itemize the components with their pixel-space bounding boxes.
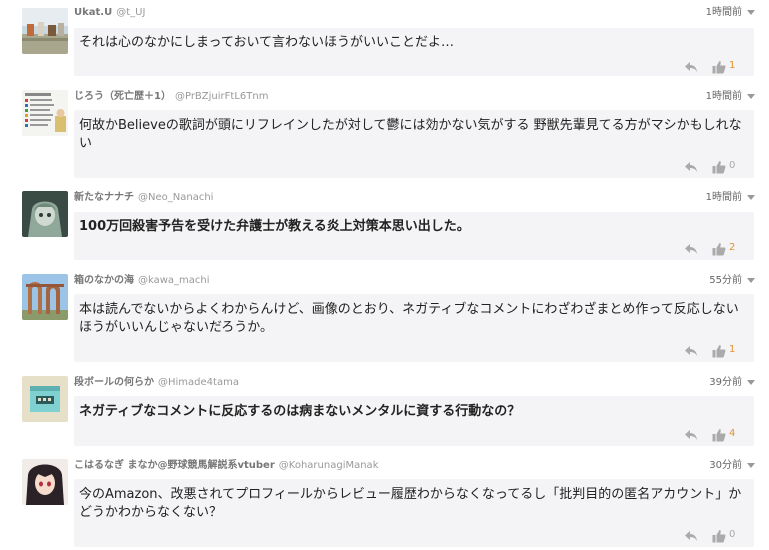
comment-bubble: 今のAmazon、改悪されてプロフィールからレビュー履歴わからなくなってるし「批… <box>74 479 754 547</box>
comment-text: 100万回殺害予告を受けた弁護士が教える炎上対策本思い出した。 <box>79 219 470 234</box>
timestamp[interactable]: 1時間前 <box>706 6 755 20</box>
comment-text: 本は読んでないからよくわからんけど、画像のとおり、ネガティブなコメントにわざわざ… <box>79 302 739 335</box>
user-handle[interactable]: @Neo_Nanachi <box>138 192 213 203</box>
user-handle[interactable]: @kawa_machi <box>138 275 210 286</box>
user-name[interactable]: 新たなナナチ <box>74 192 134 203</box>
reply-icon[interactable] <box>684 427 698 441</box>
user-handle[interactable]: @KoharunagiManak <box>279 460 379 471</box>
comment-text: それは心のなかにしまっておいて言わないほうがいいことだよ… <box>79 35 455 50</box>
user-handle[interactable]: @t_UJ <box>116 7 145 18</box>
comment-item: 段ボールの何らか @Himade4tama 39分前 ネガティブなコメントに反応す… <box>0 376 769 446</box>
user-name[interactable]: 箱のなかの海 <box>74 275 134 286</box>
comment-actions: 2 <box>684 241 744 256</box>
comment-meta: 段ボールの何らか @Himade4tama <box>74 376 239 390</box>
timestamp-text: 30分前 <box>709 460 742 471</box>
comment-item: こはるなぎ まなか@野球競馬解説系vtuber @KoharunagiManak … <box>0 459 769 549</box>
user-handle[interactable]: @PrBZjuirFtL6Tnm <box>175 91 268 102</box>
comment-bubble: ネガティブなコメントに反応するのは病まないメンタルに資する行動なの？ 4 <box>74 396 754 446</box>
chevron-down-icon[interactable] <box>747 9 755 15</box>
comment-meta: Ukat.U @t_UJ <box>74 6 145 20</box>
reply-icon[interactable] <box>684 59 698 73</box>
timestamp-text: 39分前 <box>709 377 742 388</box>
comment-feed: Ukat.U @t_UJ 1時間前 それは心のなかにしまっておいて言わないほうがい… <box>0 0 769 550</box>
timestamp[interactable]: 30分前 <box>709 459 755 473</box>
like-count: 1 <box>729 60 736 71</box>
thumbs-up-icon[interactable] <box>712 343 726 358</box>
like-count: 2 <box>729 242 736 253</box>
chevron-down-icon[interactable] <box>747 194 755 200</box>
timestamp[interactable]: 55分前 <box>709 274 755 288</box>
comment-text: 今のAmazon、改悪されてプロフィールからレビュー履歴わからなくなってるし「批… <box>79 487 742 520</box>
comment-actions: 1 <box>684 59 744 74</box>
user-handle[interactable]: @Himade4tama <box>158 377 239 388</box>
reply-icon[interactable] <box>684 343 698 357</box>
like-count: 4 <box>729 428 736 439</box>
comment-actions: 0 <box>684 159 744 174</box>
comment-bubble: それは心のなかにしまっておいて言わないほうがいいことだよ… 1 <box>74 28 754 76</box>
timestamp[interactable]: 39分前 <box>709 376 755 390</box>
comment-meta: じろう（死亡歴＋1） @PrBZjuirFtL6Tnm <box>74 90 268 104</box>
cardboard-box-avatar[interactable] <box>22 376 68 422</box>
comment-item: 箱のなかの海 @kawa_machi 55分前 本は読んでないからよくわからんけど… <box>0 274 769 364</box>
document-avatar[interactable] <box>22 90 68 136</box>
reply-icon[interactable] <box>684 159 698 173</box>
thumbs-up-icon[interactable] <box>712 59 726 74</box>
timestamp-text: 55分前 <box>709 275 742 286</box>
reply-icon[interactable] <box>684 528 698 542</box>
comment-text: ネガティブなコメントに反応するのは病まないメンタルに資する行動なの？ <box>79 404 521 419</box>
chevron-down-icon[interactable] <box>747 277 755 283</box>
comment-bubble: 何故かBelieveの歌詞が頭にリフレインしたが対して鬱には効かない気がする 野… <box>74 110 754 178</box>
timestamp-text: 1時間前 <box>705 192 742 203</box>
comment-meta: 箱のなかの海 @kawa_machi <box>74 274 210 288</box>
comment-bubble: 100万回殺害予告を受けた弁護士が教える炎上対策本思い出した。 2 <box>74 212 754 260</box>
ruins-photo-avatar[interactable] <box>22 274 68 320</box>
comment-item: 新たなナナチ @Neo_Nanachi 1時間前 100万回殺害予告を受けた弁護士… <box>0 191 769 261</box>
comment-item: じろう（死亡歴＋1） @PrBZjuirFtL6Tnm 1時間前 何故かBelie… <box>0 90 769 178</box>
comment-meta: こはるなぎ まなか@野球競馬解説系vtuber @KoharunagiManak <box>74 459 378 473</box>
timestamp[interactable]: 1時間前 <box>706 191 755 205</box>
like-count: 0 <box>729 160 736 171</box>
like-count: 0 <box>729 529 736 540</box>
thumbs-up-icon[interactable] <box>712 427 726 442</box>
anime-character-avatar[interactable] <box>22 191 68 237</box>
comment-actions: 4 <box>684 427 744 442</box>
landscape-photo-avatar[interactable] <box>22 8 68 54</box>
comment-bubble: 本は読んでないからよくわからんけど、画像のとおり、ネガティブなコメントにわざわざ… <box>74 294 754 362</box>
thumbs-up-icon[interactable] <box>712 159 726 174</box>
comment-text: 何故かBelieveの歌詞が頭にリフレインしたが対して鬱には効かない気がする 野… <box>79 118 742 151</box>
user-name[interactable]: こはるなぎ まなか@野球競馬解説系vtuber <box>74 460 275 471</box>
comment-actions: 0 <box>684 528 744 543</box>
like-count: 1 <box>729 344 736 355</box>
thumbs-up-icon[interactable] <box>712 241 726 256</box>
comment-meta: 新たなナナチ @Neo_Nanachi <box>74 191 213 205</box>
timestamp-text: 1時間前 <box>705 91 742 102</box>
reply-icon[interactable] <box>684 241 698 255</box>
timestamp[interactable]: 1時間前 <box>706 90 755 104</box>
timestamp-text: 1時間前 <box>705 7 742 18</box>
user-name[interactable]: 段ボールの何らか <box>74 377 154 388</box>
comment-actions: 1 <box>684 343 744 358</box>
user-name[interactable]: じろう（死亡歴＋1） <box>74 91 171 102</box>
thumbs-up-icon[interactable] <box>712 528 726 543</box>
vtuber-avatar[interactable] <box>22 459 68 505</box>
user-name[interactable]: Ukat.U <box>74 7 112 18</box>
chevron-down-icon[interactable] <box>747 93 755 99</box>
comment-item: Ukat.U @t_UJ 1時間前 それは心のなかにしまっておいて言わないほうがい… <box>0 6 769 76</box>
chevron-down-icon[interactable] <box>747 462 755 468</box>
chevron-down-icon[interactable] <box>747 379 755 385</box>
